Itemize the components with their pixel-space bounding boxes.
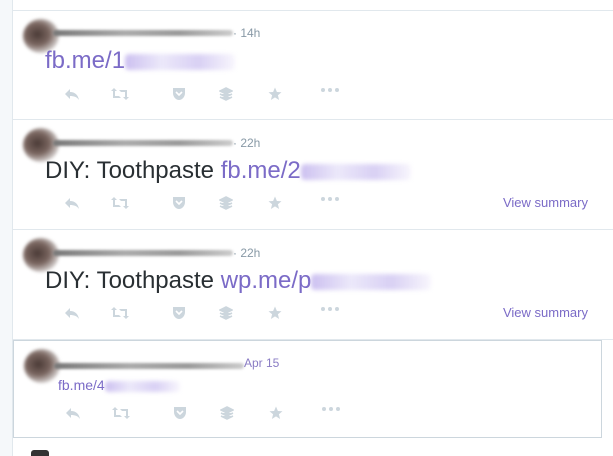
tweet-timestamp[interactable]: · 14h xyxy=(233,26,260,40)
view-summary-link[interactable]: View summary xyxy=(503,305,588,320)
author-name-redacted[interactable] xyxy=(53,250,233,256)
author-name-redacted[interactable] xyxy=(53,30,233,36)
pocket-icon[interactable] xyxy=(170,196,188,212)
tweet-item[interactable]: · 22h DIY: Toothpaste wp.me/p View summa… xyxy=(13,230,613,340)
buffer-icon[interactable] xyxy=(217,196,235,212)
favorite-icon[interactable] xyxy=(266,306,284,322)
tweet-actions xyxy=(47,306,347,322)
retweet-icon[interactable] xyxy=(111,87,129,103)
link-redaction xyxy=(125,53,236,70)
tweet-text-content: DIY: Toothpaste xyxy=(45,157,221,184)
buffer-icon[interactable] xyxy=(217,87,235,103)
reply-icon[interactable] xyxy=(63,196,81,212)
tweet-text: fb.me/1 xyxy=(45,47,236,75)
more-icon[interactable] xyxy=(319,306,341,322)
link-redaction xyxy=(300,163,411,180)
link-redaction xyxy=(104,380,180,392)
reply-icon[interactable] xyxy=(63,306,81,322)
pocket-icon[interactable] xyxy=(170,306,188,322)
author-name-redacted[interactable] xyxy=(54,363,244,369)
tweet-actions xyxy=(48,406,348,422)
tweet-link[interactable]: wp.me/p xyxy=(221,267,312,294)
tweet-item[interactable]: · 22h DIY: Toothpaste fb.me/2 View summa… xyxy=(13,120,613,230)
next-tweet-avatar-partial xyxy=(31,450,49,456)
buffer-icon[interactable] xyxy=(218,406,236,422)
tweet-link[interactable]: fb.me/2 xyxy=(221,157,301,184)
tweet-timestamp[interactable]: Apr 15 xyxy=(244,356,279,370)
tweet-item-selected[interactable]: Apr 15 fb.me/4 xyxy=(13,340,602,438)
favorite-icon[interactable] xyxy=(266,196,284,212)
tweet-link[interactable]: fb.me/4 xyxy=(58,377,105,393)
tweet-item[interactable]: · 14h fb.me/1 xyxy=(13,10,613,120)
retweet-icon[interactable] xyxy=(112,406,130,422)
pocket-icon[interactable] xyxy=(171,406,189,422)
retweet-icon[interactable] xyxy=(111,306,129,322)
more-icon[interactable] xyxy=(320,406,342,422)
more-icon[interactable] xyxy=(319,87,341,103)
pocket-icon[interactable] xyxy=(170,87,188,103)
reply-icon[interactable] xyxy=(64,406,82,422)
view-summary-link[interactable]: View summary xyxy=(503,195,588,210)
favorite-icon[interactable] xyxy=(266,87,284,103)
more-icon[interactable] xyxy=(319,196,341,212)
tweet-text: DIY: Toothpaste wp.me/p xyxy=(45,267,432,295)
tweet-actions xyxy=(47,87,347,103)
tweet-timestamp[interactable]: · 22h xyxy=(233,246,260,260)
tweet-text-content: DIY: Toothpaste xyxy=(45,267,221,294)
tweet-text: fb.me/4 xyxy=(58,377,180,393)
retweet-icon[interactable] xyxy=(111,196,129,212)
buffer-icon[interactable] xyxy=(217,306,235,322)
tweet-actions xyxy=(47,196,347,212)
tweet-text: DIY: Toothpaste fb.me/2 xyxy=(45,157,411,185)
reply-icon[interactable] xyxy=(63,87,81,103)
author-name-redacted[interactable] xyxy=(53,140,233,146)
favorite-icon[interactable] xyxy=(267,406,285,422)
link-redaction xyxy=(311,273,432,290)
tweet-timestamp[interactable]: · 22h xyxy=(233,136,260,150)
tweet-link[interactable]: fb.me/1 xyxy=(45,47,125,74)
tweet-feed: · 14h fb.me/1 · 22h DIY: Toothpaste fb.m… xyxy=(12,0,613,456)
